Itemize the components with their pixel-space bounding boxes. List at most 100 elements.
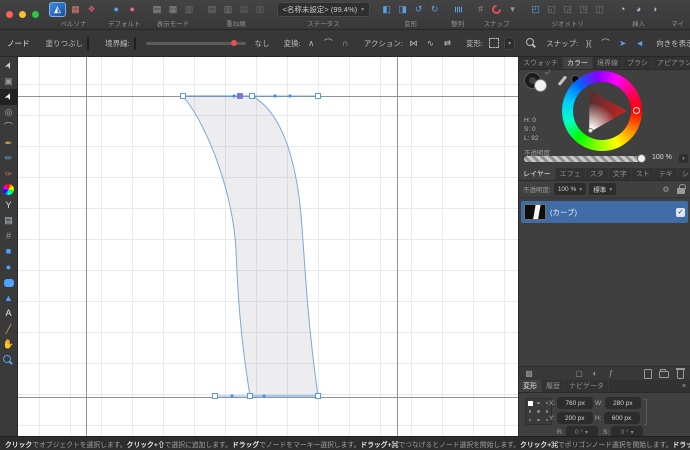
flip-horizontal-icon[interactable]: ◧: [380, 3, 393, 16]
anchor-point[interactable]: [537, 410, 540, 413]
pen-tool[interactable]: ✒: [0, 136, 18, 152]
color-tab-color[interactable]: カラー: [563, 57, 593, 69]
control-handle[interactable]: [262, 394, 266, 398]
hue-selector[interactable]: [633, 107, 640, 114]
curve-node[interactable]: [180, 93, 186, 99]
close-window-button[interactable]: [6, 11, 13, 18]
color-tab-brush[interactable]: ブラシ: [623, 57, 653, 69]
h-input[interactable]: 600 px: [603, 412, 640, 424]
rectangle-tool[interactable]: ■: [0, 244, 18, 260]
stroke-swatch[interactable]: [133, 36, 136, 50]
color-tab-stroke[interactable]: 境界線: [593, 57, 623, 69]
artboard-tool[interactable]: ▣: [0, 74, 18, 90]
ellipse-tool[interactable]: ●: [0, 260, 18, 276]
minimize-window-button[interactable]: [19, 11, 26, 18]
vector-view-icon[interactable]: ▤: [151, 3, 164, 16]
layer-color-tag-icon[interactable]: ▩: [524, 368, 534, 380]
quick-fx-icon[interactable]: ⚙: [661, 183, 671, 195]
color-picker-tool[interactable]: ╱: [0, 322, 18, 338]
flip-vertical-icon[interactable]: ◨: [396, 3, 409, 16]
control-handle[interactable]: [288, 94, 292, 98]
close-curve-icon[interactable]: ∿: [424, 36, 437, 50]
color-wheel[interactable]: [562, 71, 642, 151]
stroke-width-slider[interactable]: [145, 39, 246, 46]
layers-tab-character[interactable]: 文字: [609, 168, 632, 180]
adjustment-layer-icon[interactable]: ◐: [590, 368, 600, 380]
reset-defaults-icon[interactable]: ●: [126, 3, 139, 16]
aspect-link-bracket[interactable]: [644, 399, 647, 425]
place-image-tool[interactable]: ▤: [0, 213, 18, 229]
retina-view-icon[interactable]: ▥: [183, 3, 196, 16]
color-tab-swatches[interactable]: スウォッチ: [519, 57, 563, 69]
anchor-point-selector[interactable]: [525, 398, 552, 425]
delete-layer-icon[interactable]: [675, 368, 685, 380]
lock-layer-icon[interactable]: [676, 183, 686, 195]
layers-tab-styles[interactable]: スタ: [586, 168, 609, 180]
opacity-value[interactable]: 100 %: [652, 154, 672, 161]
curve-shape[interactable]: [181, 95, 319, 397]
x-input[interactable]: 760 px: [557, 397, 594, 409]
fill-swatch[interactable]: [87, 36, 90, 50]
move-backward-icon[interactable]: ▤: [238, 3, 251, 16]
blend-mode-dropdown[interactable]: 標準 ▾: [589, 183, 617, 195]
w-input[interactable]: 280 px: [604, 397, 641, 409]
rotate-cw-icon[interactable]: ↻: [428, 3, 441, 16]
triangle-tool[interactable]: ▲: [0, 291, 18, 307]
point-transform-tool[interactable]: ◎: [0, 105, 18, 121]
y-input[interactable]: 200 px: [556, 412, 593, 424]
corner-tool[interactable]: ⌒: [0, 120, 18, 136]
document-status-dropdown[interactable]: <名称未設定> (99.4%) ▾: [276, 1, 371, 17]
transparency-tool[interactable]: Y: [0, 198, 18, 214]
designer-persona-icon[interactable]: ◭: [49, 1, 66, 17]
snap-on-curve-icon[interactable]: ⌒: [599, 36, 612, 50]
curve-node[interactable]: [315, 393, 321, 399]
transform-tab-navigator[interactable]: ナビゲータ: [565, 380, 609, 392]
pixel-persona-icon[interactable]: ▦: [69, 3, 82, 16]
fill-stroke-wells[interactable]: ⤾: [525, 70, 551, 93]
smart-node-icon[interactable]: ∩: [339, 36, 352, 50]
layer-name[interactable]: (カーブ): [550, 207, 577, 218]
add-layer-icon[interactable]: [643, 368, 653, 380]
slider-knob[interactable]: [230, 39, 237, 46]
snap-to-handle-icon[interactable]: ◄: [633, 36, 646, 50]
anchor-point[interactable]: [528, 418, 532, 422]
color-tab-appearance[interactable]: アピアランス: [653, 57, 690, 69]
move-to-back-icon[interactable]: ▥: [254, 3, 267, 16]
snapping-grid-icon[interactable]: #: [474, 3, 487, 16]
boolean-add-icon[interactable]: ◰: [529, 3, 542, 16]
control-handle[interactable]: [230, 394, 234, 398]
curve-node[interactable]: [315, 93, 321, 99]
opacity-slider-knob[interactable]: [637, 154, 646, 163]
zoom-detail-icon[interactable]: [525, 36, 538, 50]
pixel-view-icon[interactable]: ▦: [167, 3, 180, 16]
opacity-slider[interactable]: [524, 156, 640, 162]
transform-dropdown[interactable]: ▾: [504, 36, 516, 50]
curve-node[interactable]: [249, 93, 255, 99]
fill-tool[interactable]: [0, 182, 18, 198]
anchor-point[interactable]: [537, 401, 540, 405]
layers-tab-text-styles[interactable]: テキ: [655, 168, 678, 180]
transform-menu-icon[interactable]: ≡: [678, 380, 690, 392]
vector-brush-tool[interactable]: ✑: [0, 167, 18, 183]
zoom-tool[interactable]: [0, 353, 18, 369]
insert-inside-icon[interactable]: ◑: [648, 3, 661, 16]
anchor-point[interactable]: [527, 400, 533, 406]
control-handle[interactable]: [232, 94, 236, 98]
layers-tab-stock[interactable]: スト: [632, 168, 655, 180]
text-tool[interactable]: A: [0, 306, 18, 322]
document-canvas[interactable]: [18, 57, 518, 436]
boolean-xor-icon[interactable]: ◳: [577, 3, 590, 16]
snapping-caret-icon[interactable]: ▾: [506, 3, 519, 16]
layer-effects-icon[interactable]: ƒ: [606, 368, 616, 380]
layers-tab-layers[interactable]: レイヤー: [519, 168, 556, 180]
smooth-node-icon[interactable]: ⌒: [322, 36, 335, 50]
hand-tool[interactable]: ✋: [0, 337, 18, 353]
rotate-ccw-icon[interactable]: ↺: [412, 3, 425, 16]
anchor-point[interactable]: [545, 418, 549, 422]
export-persona-icon[interactable]: ❖: [85, 3, 98, 16]
shade-selector[interactable]: [588, 128, 593, 133]
opacity-stepper[interactable]: ▾: [679, 154, 688, 163]
move-to-front-icon[interactable]: ▤: [206, 3, 219, 16]
transform-tab-history[interactable]: 履歴: [542, 380, 565, 392]
move-tool[interactable]: ➤: [0, 58, 18, 74]
